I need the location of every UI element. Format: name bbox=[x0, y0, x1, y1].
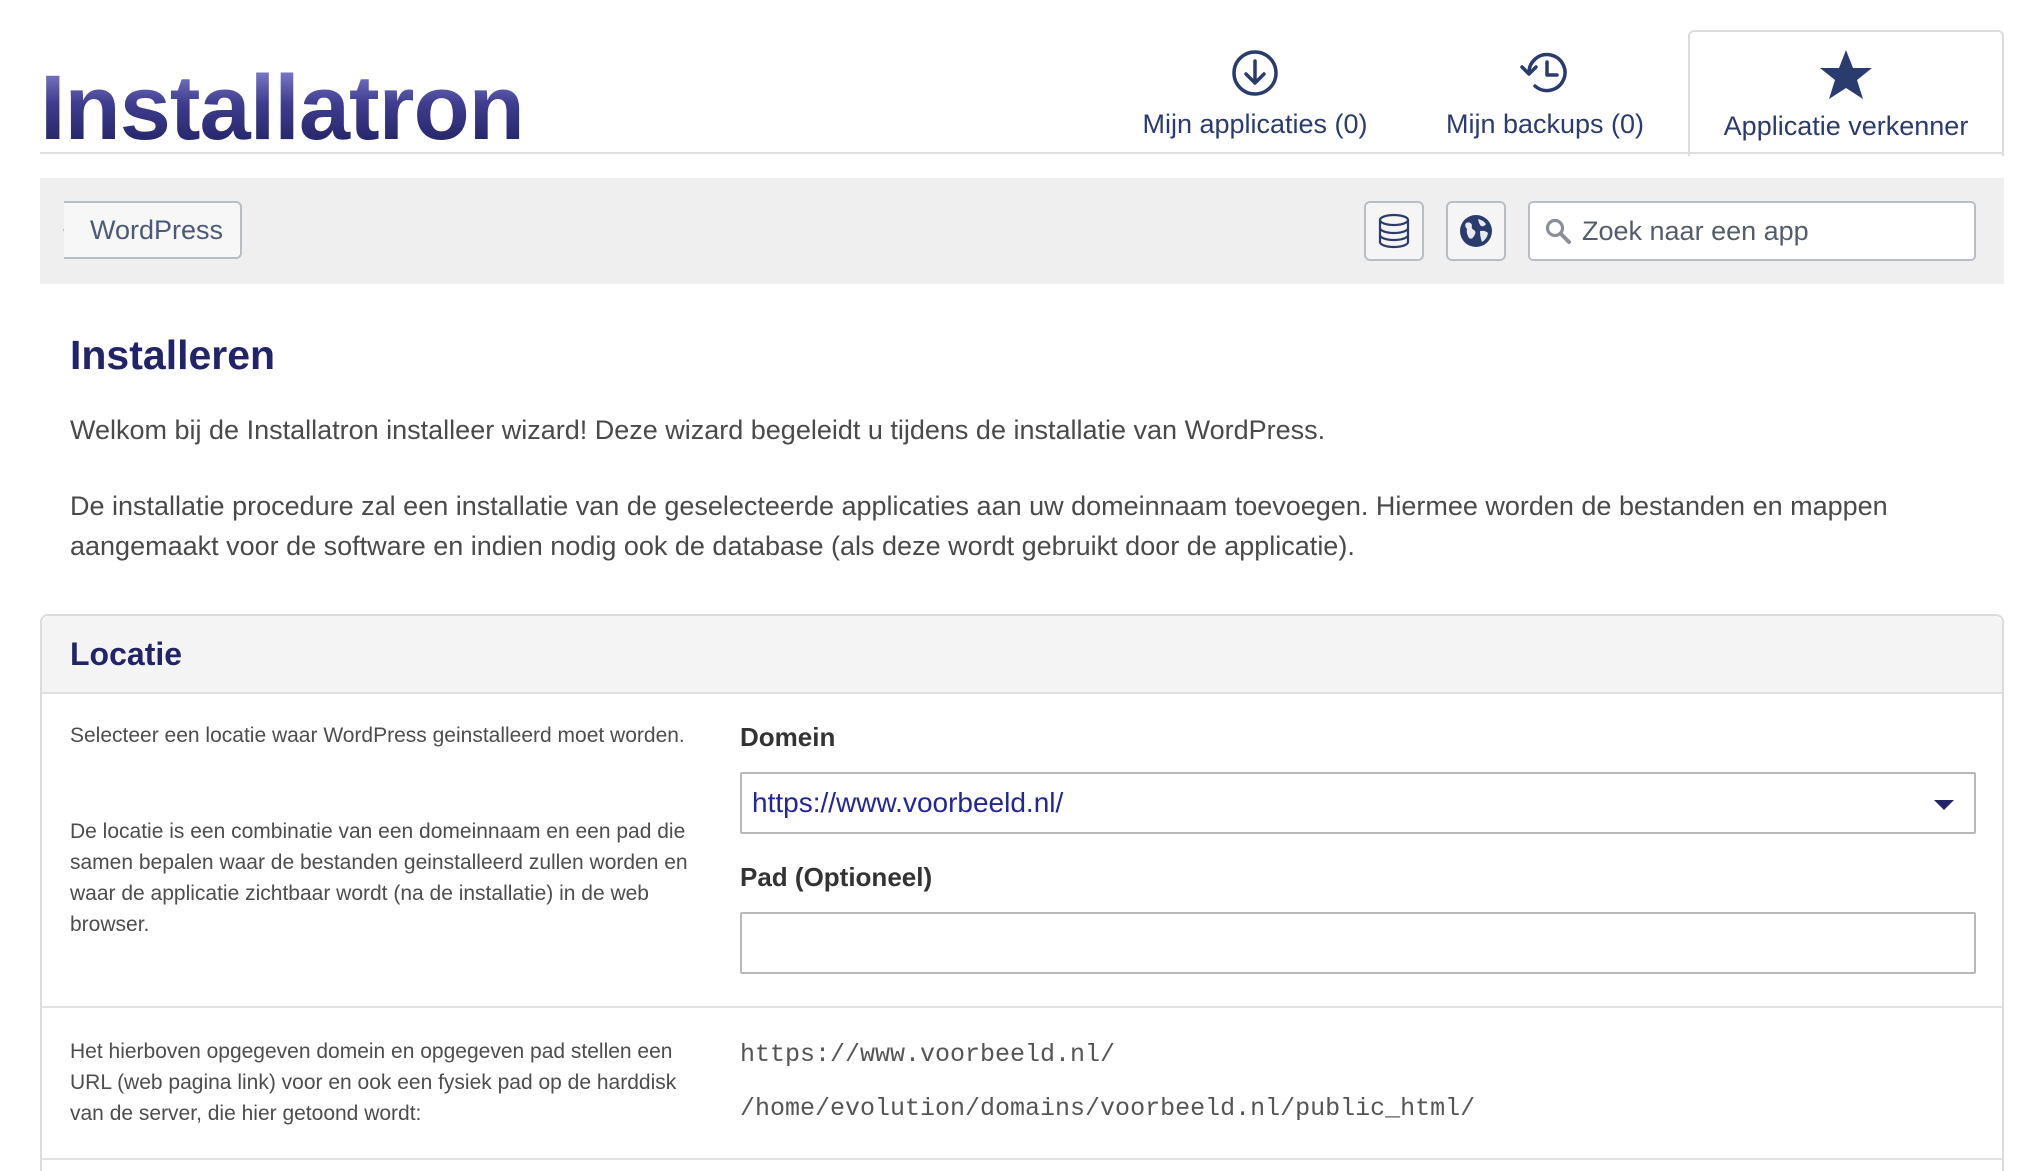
path-input[interactable] bbox=[740, 912, 1976, 974]
search-input[interactable] bbox=[1580, 214, 1974, 248]
section-divider-bottom bbox=[42, 1158, 2002, 1160]
intro-procedure-text: De installatie procedure zal een install… bbox=[70, 491, 1888, 561]
result-path: /home/evolution/domains/voorbeeld.nl/pub… bbox=[740, 1094, 1476, 1123]
tab-application-explorer[interactable]: Applicatie verkenner bbox=[1688, 30, 2004, 156]
location-panel: Locatie Selecteer een locatie waar WordP… bbox=[40, 614, 2004, 1171]
result-url: https://www.voorbeeld.nl/ bbox=[740, 1040, 1116, 1069]
header-divider bbox=[40, 152, 2004, 154]
location-help-combination: De locatie is een combinatie van een dom… bbox=[70, 820, 688, 936]
history-icon bbox=[1517, 45, 1573, 101]
path-label: Pad (Optioneel) bbox=[740, 862, 933, 892]
search-box[interactable] bbox=[1528, 201, 1976, 261]
location-help-result: Het hierboven opgegeven domein en opgege… bbox=[70, 1040, 677, 1125]
tab-my-backups-label: Mijn backups (0) bbox=[1445, 109, 1645, 139]
domain-select[interactable]: https://www.voorbeeld.nl/ bbox=[740, 772, 1976, 834]
download-circle-icon bbox=[1230, 45, 1280, 101]
tab-my-applications[interactable]: Mijn applicaties (0) bbox=[1130, 30, 1380, 154]
installatron-logo: Installatron bbox=[40, 57, 525, 159]
location-help-select: Selecteer een locatie waar WordPress gei… bbox=[70, 724, 685, 747]
globe-icon bbox=[1460, 215, 1492, 247]
domain-select-value: https://www.voorbeeld.nl/ bbox=[752, 787, 1064, 818]
tab-my-applications-label: Mijn applicaties (0) bbox=[1142, 109, 1368, 139]
database-button[interactable] bbox=[1364, 201, 1424, 261]
globe-button[interactable] bbox=[1446, 201, 1506, 261]
chevron-down-icon bbox=[1934, 800, 1954, 810]
page: Installatron Mijn applicaties (0) Mijn b… bbox=[0, 0, 2044, 1171]
search-icon bbox=[1545, 218, 1571, 244]
breadcrumb-wordpress[interactable]: WordPress bbox=[64, 201, 242, 259]
section-divider bbox=[42, 1006, 2002, 1008]
tab-my-backups[interactable]: Mijn backups (0) bbox=[1420, 30, 1670, 154]
tab-application-explorer-label: Applicatie verkenner bbox=[1723, 111, 1969, 141]
database-icon bbox=[1378, 213, 1410, 249]
intro-welcome-text: Welkom bij de Installatron installeer wi… bbox=[70, 415, 1326, 445]
location-panel-header: Locatie bbox=[42, 616, 2002, 694]
location-panel-title: Locatie bbox=[70, 636, 183, 672]
page-title: Installeren bbox=[70, 332, 276, 378]
star-icon bbox=[1818, 47, 1874, 103]
domain-label: Domein bbox=[740, 722, 836, 752]
